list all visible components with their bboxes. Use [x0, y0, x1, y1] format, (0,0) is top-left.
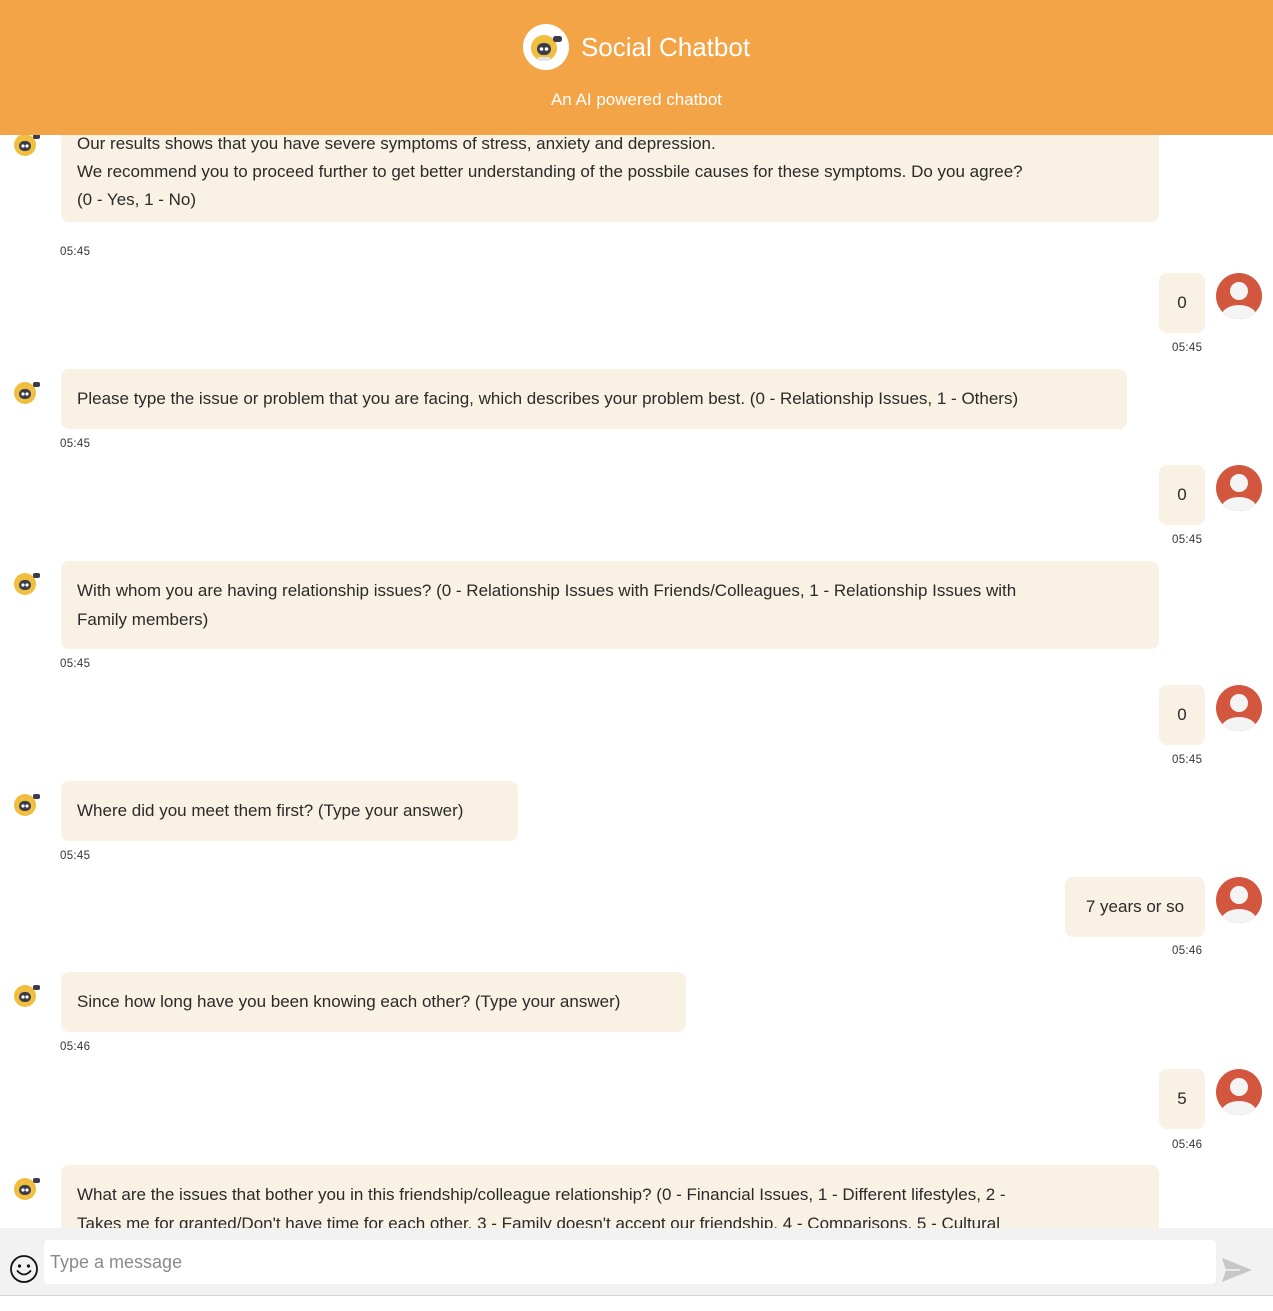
message-timestamp: 05:46	[1172, 1139, 1203, 1151]
bot-message: Our results shows that you have severe s…	[61, 122, 1159, 222]
bot-message: Where did you meet them first? (Type you…	[61, 781, 518, 841]
message-line: With whom you are having relationship is…	[77, 581, 1017, 600]
user-message: 0	[1159, 465, 1205, 525]
message-line: Family members)	[77, 610, 209, 629]
robot-icon	[530, 35, 562, 61]
message-timestamp: 05:45	[1172, 342, 1203, 354]
user-message: 7 years or so	[1065, 877, 1205, 937]
bot-message: Please type the issue or problem that yo…	[61, 369, 1127, 429]
bot-message: Since how long have you been knowing eac…	[61, 972, 686, 1032]
user-icon	[1216, 877, 1262, 923]
message-line: We recommend you to proceed further to g…	[77, 162, 1023, 181]
user-avatar	[1216, 1069, 1262, 1115]
message-text: 7 years or so	[1085, 897, 1185, 916]
user-icon	[1216, 273, 1262, 319]
robot-icon	[11, 377, 41, 407]
bot-avatar	[11, 568, 41, 598]
message-timestamp: 05:45	[60, 246, 91, 258]
message-text: 0	[1177, 485, 1187, 504]
smiley-icon	[10, 1255, 38, 1283]
user-icon	[1216, 685, 1262, 731]
bot-avatar	[11, 980, 41, 1010]
message-timestamp: 05:46	[1172, 945, 1203, 957]
app-title: Social Chatbot	[580, 31, 751, 62]
message-input[interactable]	[44, 1240, 1216, 1284]
send-button[interactable]	[1220, 1256, 1254, 1284]
message-line: What are the issues that bother you in t…	[77, 1185, 1006, 1204]
message-text: 5	[1177, 1089, 1187, 1108]
robot-icon	[11, 980, 41, 1010]
message-timestamp: 05:45	[1172, 534, 1203, 546]
user-message: 5	[1159, 1069, 1205, 1129]
message-line: Since how long have you been knowing eac…	[77, 992, 621, 1011]
bot-avatar	[11, 377, 41, 407]
robot-icon	[11, 1173, 41, 1203]
header-brand: Social Chatbot	[0, 24, 1273, 70]
message-text: 0	[1177, 705, 1187, 724]
bot-message: What are the issues that bother you in t…	[61, 1165, 1159, 1228]
app-header: Social Chatbot An AI powered chatbot	[0, 0, 1273, 135]
message-timestamp: 05:45	[60, 850, 91, 862]
send-icon	[1222, 1258, 1252, 1282]
user-icon	[1216, 465, 1262, 511]
message-composer	[0, 1228, 1273, 1296]
user-message: 0	[1159, 273, 1205, 333]
user-avatar	[1216, 685, 1262, 731]
message-text: 0	[1177, 293, 1187, 312]
app-subtitle: An AI powered chatbot	[550, 90, 723, 109]
chat-messages[interactable]: Our results shows that you have severe s…	[0, 0, 1273, 1228]
logo	[522, 24, 569, 70]
bot-avatar	[11, 1173, 41, 1203]
robot-icon	[11, 568, 41, 598]
emoji-button[interactable]	[9, 1254, 39, 1284]
robot-icon	[11, 789, 41, 819]
message-timestamp: 05:45	[60, 438, 91, 450]
message-line: Please type the issue or problem that yo…	[77, 389, 1019, 408]
message-line: Where did you meet them first? (Type you…	[77, 801, 464, 820]
user-icon	[1216, 1069, 1262, 1115]
bot-avatar	[11, 789, 41, 819]
message-line: (0 - Yes, 1 - No)	[77, 190, 197, 209]
bot-message: With whom you are having relationship is…	[61, 561, 1159, 649]
user-avatar	[1216, 465, 1262, 511]
message-timestamp: 05:45	[1172, 754, 1203, 766]
message-timestamp: 05:46	[60, 1041, 91, 1053]
message-timestamp: 05:45	[60, 658, 91, 670]
user-message: 0	[1159, 685, 1205, 745]
message-line: Takes me for granted/Don't have time for…	[77, 1214, 1001, 1228]
user-avatar	[1216, 273, 1262, 319]
user-avatar	[1216, 877, 1262, 923]
